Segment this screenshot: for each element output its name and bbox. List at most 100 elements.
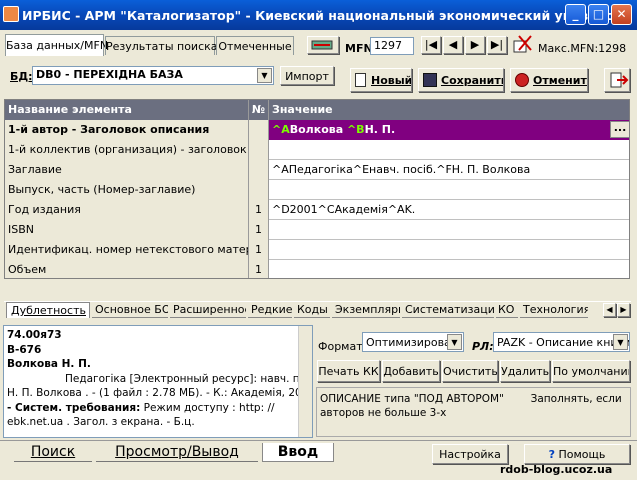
last-record-icon[interactable]: ▶|	[487, 36, 507, 54]
print-card-button[interactable]: Печать КК	[317, 360, 380, 382]
watermark: rdob-blog.ucoz.ua	[500, 463, 613, 476]
tab-codes[interactable]: Коды	[294, 302, 330, 318]
tab-copies[interactable]: Экземпляры	[332, 302, 400, 318]
subfield-b-code: ^B	[346, 123, 365, 136]
row-num	[249, 180, 269, 200]
default-button[interactable]: По умолчанию	[552, 360, 630, 382]
delete-button[interactable]: Удалить	[500, 360, 550, 382]
chevron-down-icon[interactable]: ▼	[613, 334, 628, 350]
cancel-button-label: Отменить	[533, 74, 588, 87]
clear-button[interactable]: Очистить	[442, 360, 498, 382]
first-record-icon[interactable]: |◀	[421, 36, 441, 54]
nav-view-output[interactable]: Просмотр/Вывод	[96, 443, 258, 462]
tab-ko[interactable]: КО	[496, 302, 518, 318]
import-button[interactable]: Импорт	[280, 66, 334, 85]
max-mfn-label: Макс.MFN:1298	[538, 42, 627, 55]
prev-record-icon[interactable]: ◀	[443, 36, 463, 54]
row-value[interactable]: ^D2001^CАкадемія^AK.	[269, 200, 629, 220]
mfn-input[interactable]: 1297	[370, 37, 414, 55]
preview-line: Педагогіка [Электронный ресурс]: навч. п…	[65, 372, 313, 385]
row-value[interactable]	[269, 220, 629, 240]
tab-duplicates[interactable]: Дублетность	[6, 302, 90, 318]
delete-record-icon[interactable]	[511, 33, 535, 55]
window-title: ИРБИС - АРМ "Каталогизатор" - Киевский н…	[22, 8, 628, 23]
subfield-b-value: Н. П.	[364, 123, 396, 136]
maximize-button[interactable]: □	[588, 4, 609, 25]
tab-marked[interactable]: Отмеченные	[216, 36, 294, 55]
tab-database-mfn[interactable]: База данных/MFN	[5, 34, 108, 56]
header-name: Название элемента	[5, 100, 249, 120]
table-row[interactable]: Год издания 1 ^D2001^CАкадемія^AK.	[5, 200, 629, 220]
preview-scrollbar[interactable]	[298, 326, 312, 437]
mfn-label: MFN	[345, 42, 373, 55]
format-label: Формат	[318, 340, 363, 353]
tab-rare[interactable]: Редкие	[248, 302, 292, 318]
tab-basic[interactable]: Основное БО	[92, 302, 168, 318]
format-select[interactable]: Оптимизирован ▼	[362, 332, 464, 352]
db-label: БД:	[10, 70, 33, 83]
preview-line: В-676	[7, 343, 42, 356]
row-name: Год издания	[5, 200, 249, 220]
row-value[interactable]	[269, 140, 629, 160]
row-num: 1	[249, 200, 269, 220]
row-value[interactable]	[269, 240, 629, 260]
table-row[interactable]: 1-й коллектив (организация) - заголовок …	[5, 140, 629, 160]
cancel-button[interactable]: Отменить	[510, 68, 588, 92]
row-num	[249, 120, 269, 140]
tab-search-results[interactable]: Результаты поиска	[105, 36, 218, 55]
new-button-label: Новый	[371, 74, 412, 87]
tabs-scroll-right-icon[interactable]: ▶	[617, 303, 630, 317]
settings-button[interactable]: Настройка	[432, 444, 508, 464]
tab-technology[interactable]: Технология	[520, 302, 588, 318]
table-row[interactable]: Выпуск, часть (Номер-заглавие)	[5, 180, 629, 200]
help-button-label: Помощь	[558, 448, 606, 461]
chevron-down-icon[interactable]: ▼	[257, 68, 272, 83]
row-num: 1	[249, 240, 269, 260]
preview-bold: - Систем. требования:	[7, 401, 141, 414]
row-value[interactable]	[269, 260, 629, 278]
help-button[interactable]: ? Помощь	[524, 444, 630, 464]
minimize-button[interactable]: _	[565, 4, 586, 25]
row-value[interactable]: ^AПедагогіка^Енавч. посіб.^FН. П. Волков…	[269, 160, 629, 180]
rl-select[interactable]: PAZK - Описание книги ▼	[493, 332, 630, 352]
close-button[interactable]: ✕	[611, 4, 632, 25]
row-value-selected[interactable]: ^AВолкова ^BН. П. ...	[269, 120, 629, 140]
row-name: Выпуск, часть (Номер-заглавие)	[5, 180, 249, 200]
row-name: Идентификац. номер нетекстового материал…	[5, 240, 249, 260]
new-button[interactable]: Новый	[350, 68, 412, 92]
header-value: Значение	[269, 100, 629, 120]
tabs-scroll-left-icon[interactable]: ◀	[603, 303, 616, 317]
tab-systematization[interactable]: Систематизация	[402, 302, 494, 318]
preview-line: 74.00я73	[7, 329, 62, 341]
record-grid: Название элемента № Значение 1-й автор -…	[4, 99, 630, 279]
db-tools-icon[interactable]	[307, 36, 339, 54]
table-row[interactable]: 1-й автор - Заголовок описания ^AВолкова…	[5, 120, 629, 140]
database-select[interactable]: DB0 - ПЕРЕХІДНА БАЗА ▼	[32, 66, 274, 85]
save-button[interactable]: Сохранить	[418, 68, 504, 92]
add-button[interactable]: Добавить	[382, 360, 440, 382]
record-preview: 74.00я73 В-676 Волкова Н. П. Педагогіка …	[3, 325, 313, 438]
preview-line: ebk.net.ua . Загол. з екрана. - Б.ц.	[7, 416, 195, 428]
row-num	[249, 140, 269, 160]
next-record-icon[interactable]: ▶	[465, 36, 485, 54]
table-row[interactable]: Объем 1	[5, 260, 629, 278]
ellipsis-button[interactable]: ...	[610, 121, 629, 138]
subfield-a-code: ^A	[272, 123, 290, 136]
chevron-down-icon[interactable]: ▼	[447, 334, 462, 350]
table-row[interactable]: ISBN 1	[5, 220, 629, 240]
nav-input[interactable]: Ввод	[262, 443, 334, 462]
title-bar: ИРБИС - АРМ "Каталогизатор" - Киевский н…	[0, 0, 637, 30]
row-value[interactable]	[269, 180, 629, 200]
row-name: Заглавие	[5, 160, 249, 180]
exit-icon[interactable]	[604, 68, 630, 92]
tab-extended[interactable]: Расширенное	[170, 302, 246, 318]
app-icon	[3, 6, 19, 22]
rl-select-value: PAZK - Описание книги	[497, 336, 630, 349]
row-name: Объем	[5, 260, 249, 278]
nav-search[interactable]: Поиск	[14, 443, 92, 462]
row-num: 1	[249, 220, 269, 240]
table-row[interactable]: Заглавие ^AПедагогіка^Енавч. посіб.^FН. …	[5, 160, 629, 180]
row-name: ISBN	[5, 220, 249, 240]
row-num	[249, 160, 269, 180]
table-row[interactable]: Идентификац. номер нетекстового материал…	[5, 240, 629, 260]
